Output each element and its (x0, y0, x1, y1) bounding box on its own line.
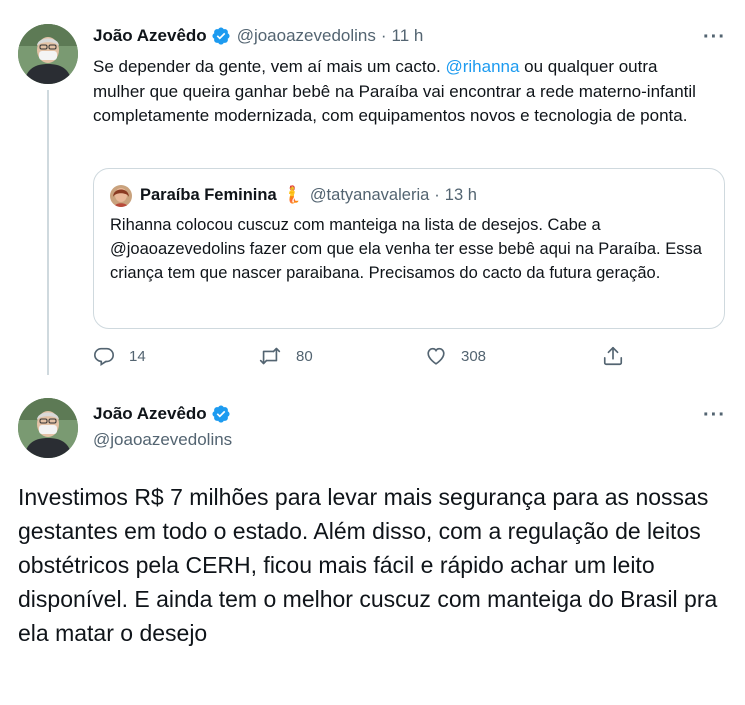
quote-avatar-photo (110, 185, 132, 207)
avatar-photo (18, 398, 78, 458)
reply-button[interactable]: 14 (93, 345, 146, 367)
time-separator: · (380, 26, 387, 45)
verified-badge-icon (211, 404, 231, 424)
mention-link[interactable]: @rihanna (445, 57, 519, 76)
share-icon (603, 346, 623, 366)
tweet1-text-part1: Se depender da gente, vem aí mais um cac… (93, 57, 446, 76)
quote-text: Rihanna colocou cuscuz com manteiga na l… (110, 216, 702, 282)
more-options-icon[interactable]: ··· (703, 26, 726, 49)
tweet1-text: Se depender da gente, vem aí mais um cac… (93, 55, 713, 129)
retweet-count: 80 (296, 347, 313, 365)
like-button[interactable]: 308 (425, 345, 486, 367)
author-handle[interactable]: @joaoazevedolins (93, 430, 232, 450)
like-count: 308 (461, 347, 487, 365)
tweet2-header: João Azevêdo (93, 404, 231, 424)
author-handle[interactable]: @joaoazevedolins (237, 26, 376, 46)
heart-icon (427, 347, 445, 365)
quote-avatar (110, 185, 132, 207)
quote-author-name: Paraíba Feminina (140, 185, 277, 204)
reply-count: 14 (129, 347, 146, 365)
verified-badge-icon (211, 26, 231, 46)
thread-line (47, 90, 49, 375)
reply-icon (94, 347, 114, 366)
quote-header: Paraíba Feminina 🧜 @tatyanavaleria · 13 … (140, 185, 477, 205)
quoted-tweet[interactable]: Paraíba Feminina 🧜 @tatyanavaleria · 13 … (93, 168, 725, 329)
author-name[interactable]: João Azevêdo (93, 26, 207, 46)
tweet-time[interactable]: 11 h (392, 26, 424, 46)
quote-author-handle: @tatyanavaleria (309, 185, 430, 204)
more-options-icon[interactable]: ··· (703, 404, 726, 427)
retweet-button[interactable]: 80 (258, 345, 313, 367)
avatar[interactable] (18, 398, 78, 458)
avatar[interactable] (18, 24, 78, 84)
share-button[interactable] (602, 344, 638, 368)
tweet1-header: João Azevêdo @joaoazevedolins · 11 h (93, 26, 423, 46)
tweet2-text: Investimos R$ 7 milhões para levar mais … (18, 484, 718, 646)
mermaid-emoji-icon: 🧜 (281, 185, 303, 205)
avatar-photo (18, 24, 78, 84)
quote-time: 13 h (444, 185, 477, 204)
author-name[interactable]: João Azevêdo (93, 404, 207, 424)
retweet-icon (259, 347, 281, 365)
quote-time-separator: · (434, 185, 440, 204)
